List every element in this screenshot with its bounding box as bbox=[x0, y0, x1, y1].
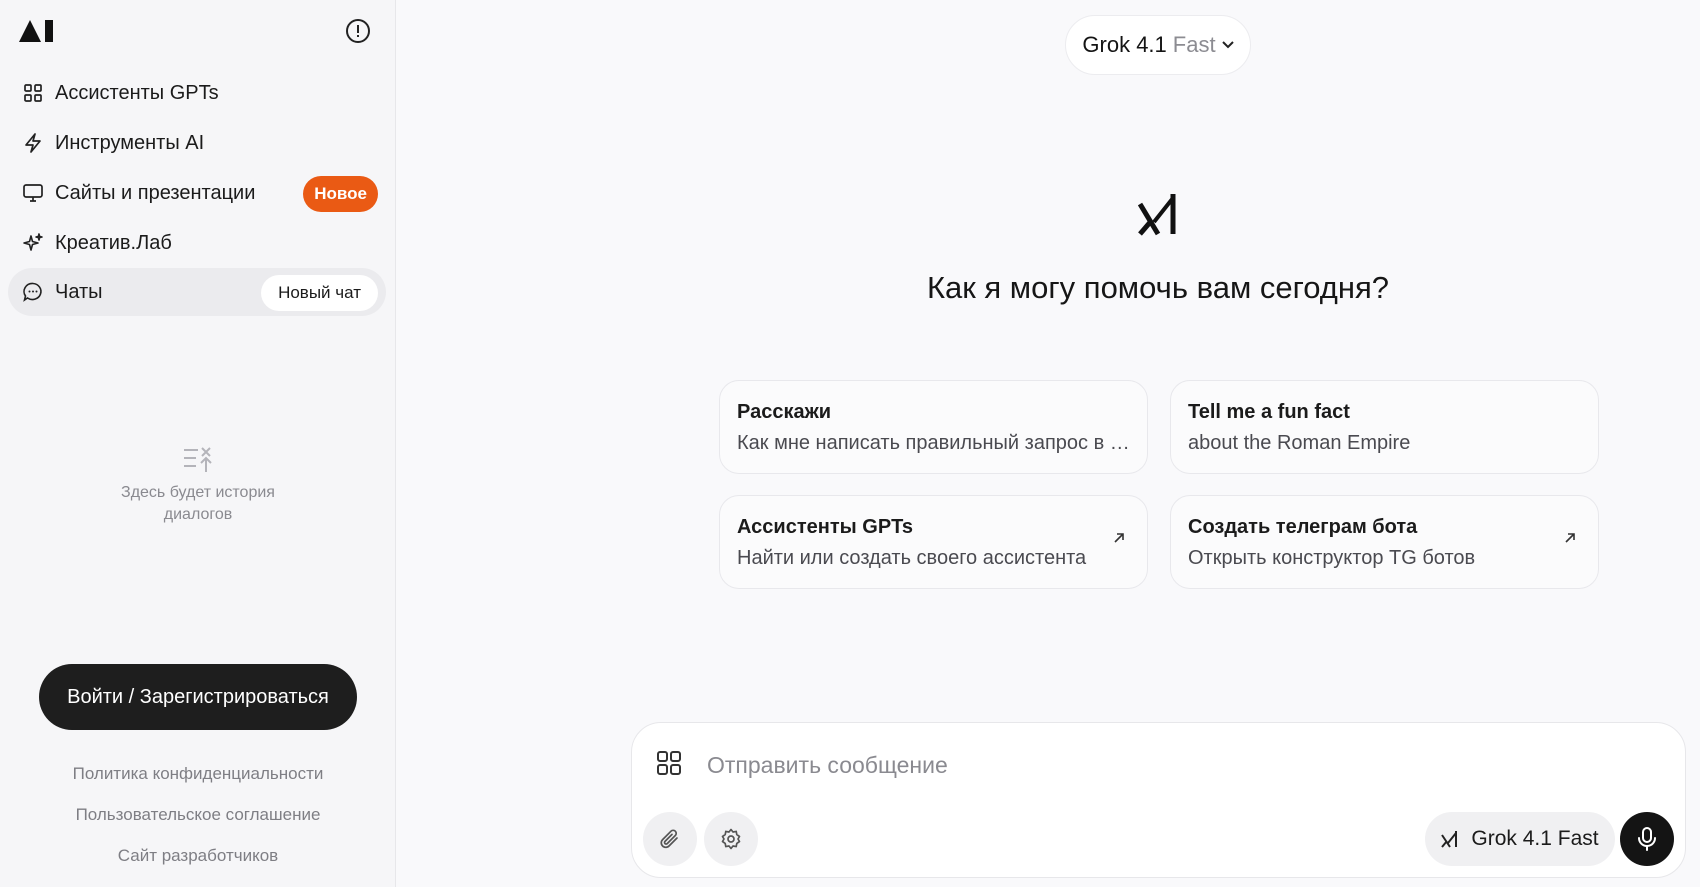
developer-site-link[interactable]: Сайт разработчиков bbox=[0, 846, 396, 866]
monitor-icon bbox=[23, 183, 43, 203]
model-name: Grok 4.1 bbox=[1082, 32, 1167, 57]
sidebar-item-creative-lab[interactable]: Креатив.Лаб bbox=[8, 219, 386, 267]
card-title: Расскажи bbox=[737, 401, 832, 423]
paperclip-icon bbox=[660, 829, 678, 849]
sidebar: Ассистенты GPTs Инструменты AI Сайты и п… bbox=[0, 0, 396, 887]
arrow-up-right-icon bbox=[1114, 533, 1124, 543]
alert-circle-icon bbox=[346, 19, 370, 43]
sidebar-item-sites[interactable]: Сайты и презентации Новое bbox=[8, 169, 386, 217]
login-button[interactable]: Войти / Зарегистрироваться bbox=[39, 664, 357, 730]
arrow-up-right-icon bbox=[1565, 533, 1575, 543]
user-agreement-link[interactable]: Пользовательское соглашение bbox=[0, 805, 396, 825]
chevron-down-icon bbox=[1221, 41, 1234, 49]
sidebar-item-label: Чаты bbox=[55, 280, 103, 303]
settings-button[interactable] bbox=[704, 812, 758, 866]
card-subtitle: about the Roman Empire bbox=[1188, 432, 1411, 454]
card-title: Создать телеграм бота bbox=[1188, 516, 1418, 538]
sidebar-item-label: Инструменты AI bbox=[55, 131, 205, 154]
gear-icon bbox=[721, 828, 741, 850]
sidebar-item-label: Ассистенты GPTs bbox=[55, 81, 219, 104]
card-subtitle: Открыть конструктор TG ботов bbox=[1188, 547, 1476, 569]
new-chat-button[interactable]: Новый чат bbox=[261, 275, 378, 311]
model-selector[interactable]: Grok 4.1 Fast bbox=[1065, 15, 1251, 75]
empty-history-text: Здесь будет история диалогов bbox=[121, 484, 275, 523]
sidebar-item-label: Креатив.Лаб bbox=[55, 231, 172, 254]
suggestion-card[interactable]: Tell me a fun fact about the Roman Empir… bbox=[1170, 380, 1599, 474]
empty-history: Здесь будет история диалогов bbox=[0, 446, 396, 526]
assistants-card[interactable]: Ассистенты GPTs Найти или создать своего… bbox=[719, 495, 1148, 589]
page-title: Как я могу помочь вам сегодня? bbox=[926, 270, 1390, 305]
app-logo[interactable] bbox=[18, 18, 58, 44]
attach-button[interactable] bbox=[643, 812, 697, 866]
microphone-icon bbox=[1638, 827, 1656, 851]
sidebar-item-assistants[interactable]: Ассистенты GPTs bbox=[8, 69, 386, 117]
privacy-policy-link[interactable]: Политика конфиденциальности bbox=[0, 764, 396, 784]
grid-icon bbox=[23, 83, 43, 103]
telegram-bot-card[interactable]: Создать телеграм бота Открыть конструкто… bbox=[1170, 495, 1599, 589]
grid-icon[interactable] bbox=[657, 751, 681, 775]
new-badge: Новое bbox=[303, 176, 378, 212]
model-variant: Fast bbox=[1172, 32, 1216, 57]
model-chip[interactable]: Grok 4.1 Fast bbox=[1425, 812, 1615, 866]
card-subtitle: Найти или создать своего ассистента bbox=[737, 547, 1087, 569]
sidebar-item-chats[interactable]: Чаты Новый чат bbox=[8, 268, 386, 316]
card-title: Ассистенты GPTs bbox=[737, 516, 914, 538]
message-input[interactable] bbox=[707, 745, 1607, 785]
chat-bubble-icon bbox=[23, 282, 43, 302]
message-composer: Grok 4.1 Fast bbox=[631, 722, 1686, 878]
model-chip-label: Grok 4.1 Fast bbox=[1471, 827, 1599, 850]
suggestion-card[interactable]: Расскажи Как мне написать правильный зап… bbox=[719, 380, 1148, 474]
history-icon bbox=[184, 447, 212, 472]
card-subtitle: Как мне написать правильный запрос в чат… bbox=[737, 432, 1132, 454]
lightning-icon bbox=[23, 133, 43, 153]
voice-input-button[interactable] bbox=[1620, 812, 1674, 866]
sidebar-item-ai-tools[interactable]: Инструменты AI bbox=[8, 119, 386, 167]
card-title: Tell me a fun fact bbox=[1188, 401, 1350, 423]
grok-logo-icon bbox=[1138, 194, 1176, 236]
grok-icon bbox=[1441, 830, 1459, 848]
sparkle-icon bbox=[23, 233, 43, 253]
sidebar-item-label: Сайты и презентации bbox=[55, 181, 256, 204]
info-button[interactable] bbox=[345, 18, 371, 44]
